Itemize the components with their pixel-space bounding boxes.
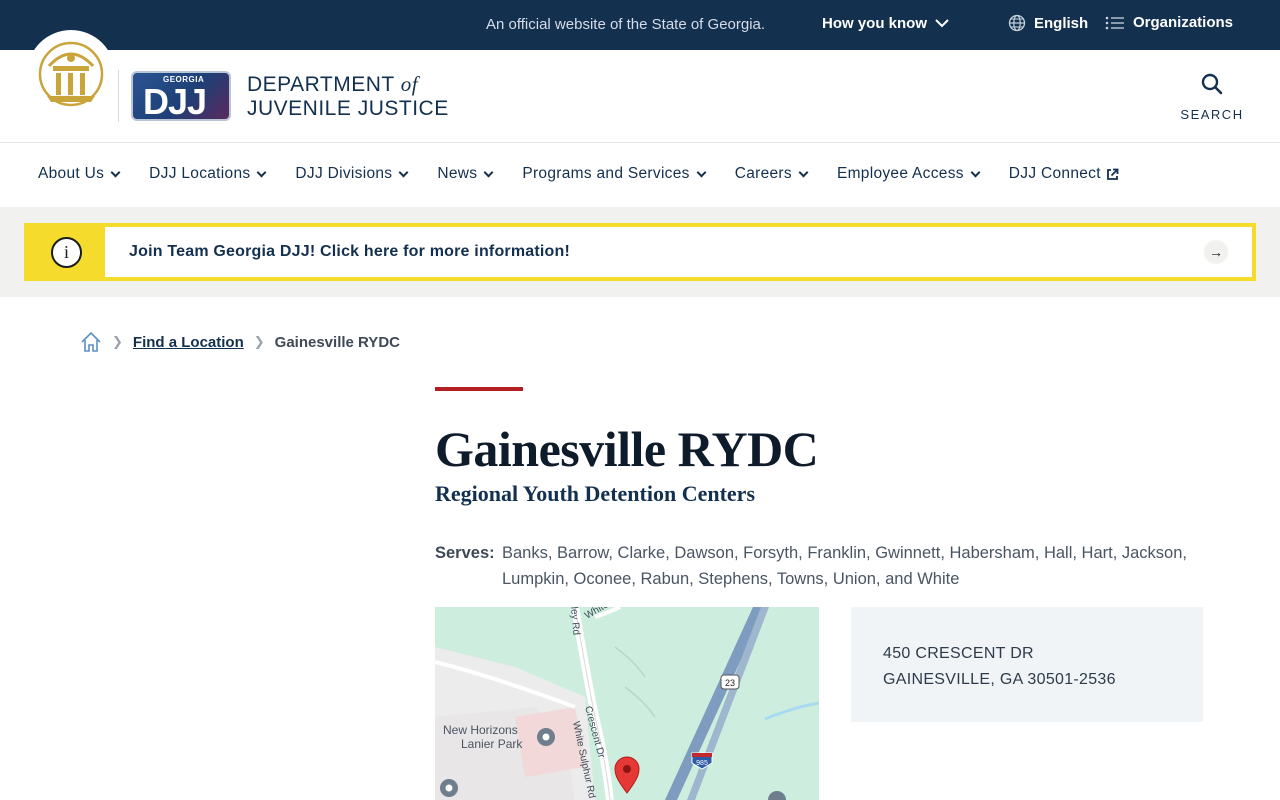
nav-item-label: DJJ Locations — [149, 165, 251, 182]
chevron-down-icon — [935, 19, 949, 28]
nav-item-label: About Us — [38, 165, 105, 182]
header-divider — [118, 70, 119, 122]
department-name-of: of — [400, 72, 419, 96]
nav-item-careers[interactable]: Careers — [734, 165, 809, 183]
organizations-menu[interactable]: Organizations — [1105, 14, 1233, 31]
main-navigation: About Us DJJ Locations DJJ Divisions New… — [0, 143, 1280, 207]
list-icon — [1105, 16, 1124, 29]
home-icon[interactable] — [80, 331, 102, 353]
nav-item-employee-access[interactable]: Employee Access — [836, 165, 981, 183]
nav-item-label: Employee Access — [836, 165, 964, 182]
alert-section: i Join Team Georgia DJJ! Click here for … — [0, 207, 1280, 297]
language-selector[interactable]: English — [1008, 14, 1088, 32]
nav-item-label: Careers — [734, 165, 792, 182]
globe-icon — [1008, 14, 1026, 32]
nav-item-programs-and-services[interactable]: Programs and Services — [522, 165, 707, 183]
breadcrumb-current: Gainesville RYDC — [274, 333, 400, 351]
search-label: SEARCH — [1180, 107, 1244, 122]
chevron-down-icon — [798, 167, 809, 177]
chevron-down-icon — [483, 167, 494, 177]
search-button[interactable]: SEARCH — [1180, 72, 1244, 122]
nav-item-label: Programs and Services — [522, 165, 690, 182]
georgia-seal-logo[interactable] — [27, 30, 115, 118]
address-line-1: 450 CRESCENT DR — [883, 645, 1034, 662]
map-label-park: New Horizons — [443, 723, 518, 737]
search-icon — [1201, 73, 1223, 95]
map-label-park-2: Lanier Park — [461, 737, 523, 751]
department-name-line-1: DEPARTMENT — [247, 73, 395, 96]
chevron-down-icon — [696, 167, 707, 177]
nav-item-djj-divisions[interactable]: DJJ Divisions — [295, 165, 409, 183]
language-label: English — [1034, 14, 1089, 32]
chevron-down-icon — [110, 167, 121, 177]
site-header: GEORGIA DJJ DEPARTMENT of JUVENILE JUSTI… — [0, 30, 1280, 143]
alert-message: Join Team Georgia DJJ! Click here for mo… — [129, 243, 571, 260]
arrow-right-icon: → — [1204, 240, 1228, 264]
nav-item-label: DJJ Divisions — [295, 165, 393, 182]
nav-item-label: News — [437, 165, 478, 182]
breadcrumb-separator: ❯ — [112, 334, 123, 349]
address-card: 450 CRESCENT DR GAINESVILLE, GA 30501-25… — [851, 607, 1203, 722]
chevron-down-icon — [398, 167, 409, 177]
location-map[interactable]: 23 985 New Horizons Lanier Park Crescent… — [435, 607, 819, 800]
serves-value: Banks, Barrow, Clarke, Dawson, Forsyth, … — [502, 544, 1187, 588]
nav-item-news[interactable]: News — [437, 165, 494, 183]
chevron-down-icon — [256, 167, 267, 177]
title-accent-rule — [435, 387, 523, 391]
official-banner: An official website of the State of Geor… — [0, 0, 1280, 50]
route-985-label: 985 — [696, 760, 708, 767]
official-site-text: An official website of the State of Geor… — [486, 16, 766, 33]
how-you-know-toggle[interactable]: How you know — [822, 15, 949, 32]
serves-counties: Serves: Banks, Barrow, Clarke, Dawson, F… — [435, 540, 1195, 592]
info-icon: i — [51, 236, 82, 268]
georgia-seal-icon — [38, 41, 104, 107]
how-you-know-label: How you know — [822, 15, 927, 32]
nav-item-djj-connect[interactable]: DJJ Connect — [1009, 165, 1119, 183]
map-canvas: 23 985 New Horizons Lanier Park Crescent… — [435, 607, 819, 800]
djj-logo[interactable]: GEORGIA DJJ — [131, 71, 231, 121]
djj-logo-text: DJJ — [143, 81, 207, 121]
alert-banner-link[interactable]: i Join Team Georgia DJJ! Click here for … — [24, 223, 1256, 281]
breadcrumb-separator: ❯ — [253, 334, 265, 349]
nav-item-about-us[interactable]: About Us — [38, 165, 121, 183]
department-name[interactable]: DEPARTMENT of JUVENILE JUSTICE — [247, 72, 449, 121]
chevron-down-icon — [970, 167, 981, 177]
department-name-line-2: JUVENILE JUSTICE — [247, 97, 449, 120]
page-subtitle: Regional Youth Detention Centers — [435, 481, 755, 506]
breadcrumb: ❯ Find a Location ❯ Gainesville RYDC — [80, 331, 400, 353]
serves-label: Serves: — [435, 544, 495, 562]
external-link-icon — [1106, 168, 1119, 180]
nav-item-label: DJJ Connect — [1008, 165, 1101, 182]
organizations-label: Organizations — [1133, 14, 1234, 31]
address-line-2: GAINESVILLE, GA 30501-2536 — [883, 671, 1116, 688]
breadcrumb-find-a-location[interactable]: Find a Location — [133, 334, 244, 351]
nav-item-djj-locations[interactable]: DJJ Locations — [149, 165, 267, 183]
alert-icon-box: i — [28, 227, 105, 277]
route-23-label: 23 — [725, 678, 735, 688]
page-title: Gainesville RYDC — [435, 421, 819, 477]
